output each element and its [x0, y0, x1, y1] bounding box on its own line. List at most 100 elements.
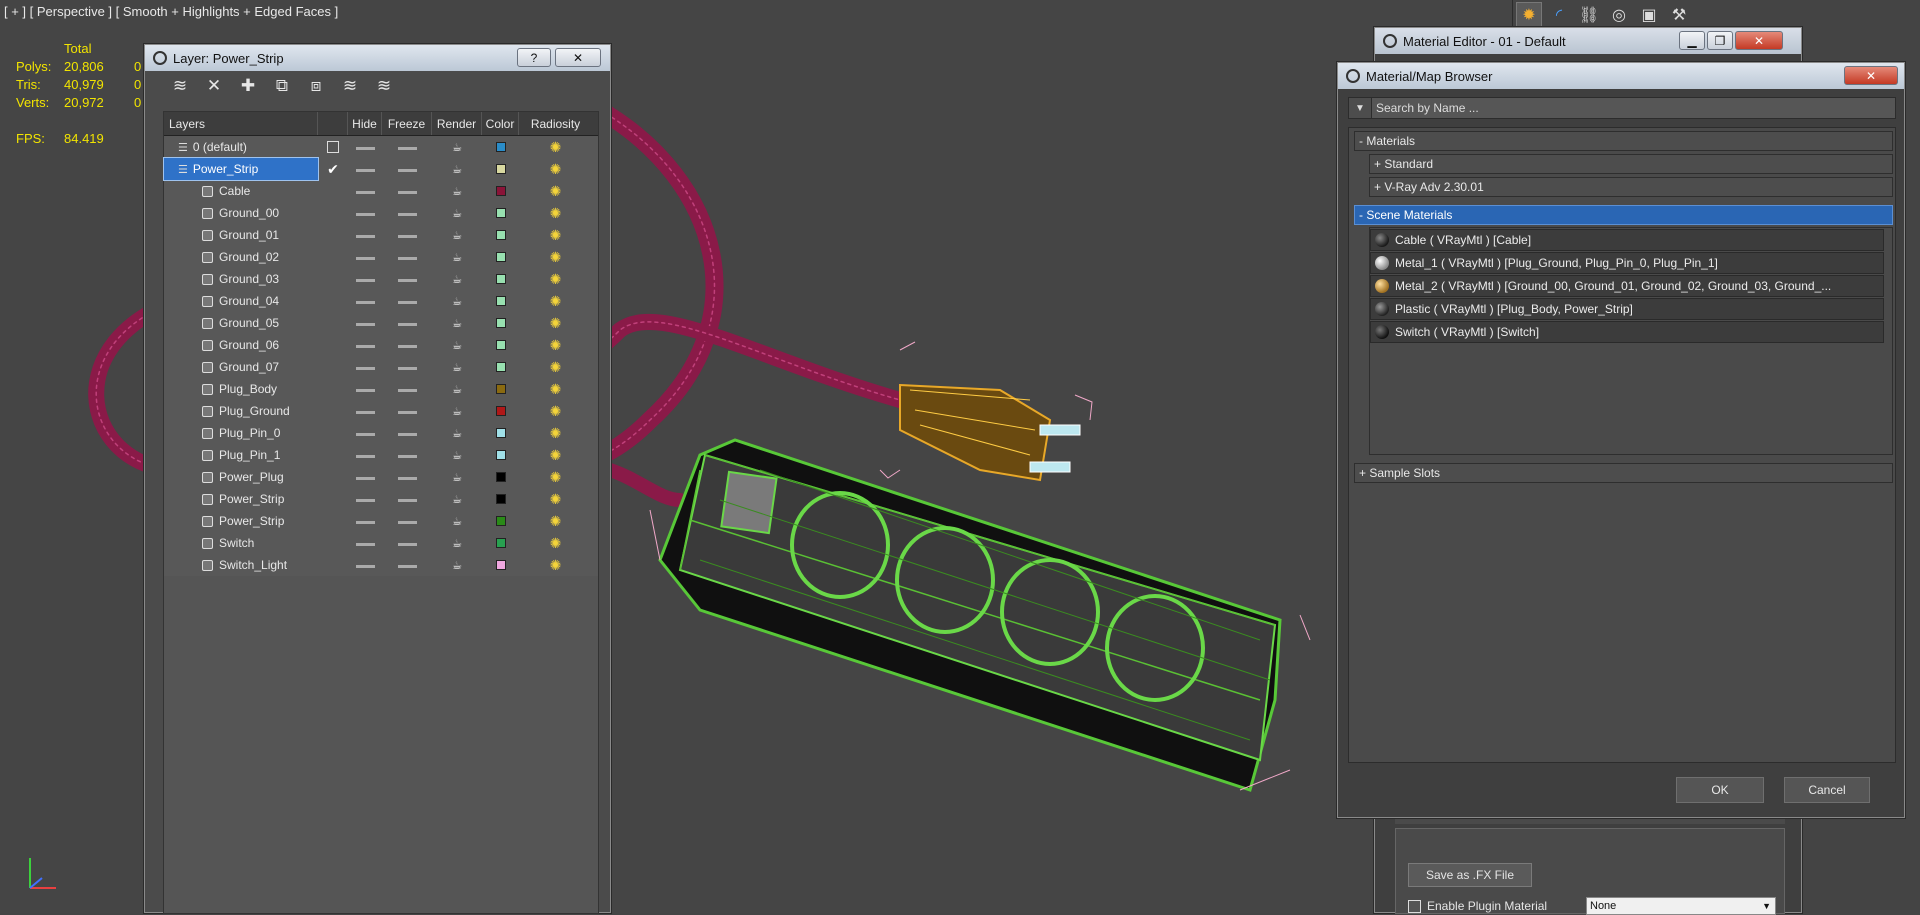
table-row[interactable]: ☰ 0 (default) ▬▬ ▬▬ ☕ ✺: [164, 136, 598, 158]
save-fx-file-button[interactable]: Save as .FX File: [1408, 863, 1532, 887]
table-row[interactable]: Switch_Light ▬▬ ▬▬ ☕ ✺: [164, 554, 598, 576]
render-teapot-icon[interactable]: ☕: [432, 185, 482, 198]
modify-icon[interactable]: ◜: [1546, 2, 1572, 28]
enable-plugin-checkbox[interactable]: [1408, 899, 1421, 913]
render-teapot-icon[interactable]: ☕: [432, 163, 482, 176]
list-item[interactable]: Metal_2 ( VRayMtl ) [Ground_00, Ground_0…: [1370, 275, 1884, 297]
layer-name-cell[interactable]: Ground_05: [164, 312, 318, 334]
render-teapot-icon[interactable]: ☕: [432, 295, 482, 308]
list-item[interactable]: Metal_1 ( VRayMtl ) [Plug_Ground, Plug_P…: [1370, 252, 1884, 274]
close-button[interactable]: ✕: [1735, 31, 1783, 50]
layer-color-swatch[interactable]: [482, 428, 519, 438]
hide-toggle[interactable]: ▬▬: [348, 186, 382, 197]
current-layer-cell[interactable]: [318, 141, 348, 153]
layer-color-swatch[interactable]: [482, 494, 519, 504]
list-item[interactable]: Switch ( VRayMtl ) [Switch]: [1370, 321, 1884, 343]
group-materials[interactable]: - Materials: [1354, 131, 1893, 151]
render-teapot-icon[interactable]: ☕: [432, 251, 482, 264]
render-teapot-icon[interactable]: ☕: [432, 537, 482, 550]
table-row[interactable]: Ground_06 ▬▬ ▬▬ ☕ ✺: [164, 334, 598, 356]
ok-button[interactable]: OK: [1676, 777, 1764, 803]
close-button[interactable]: ✕: [1844, 66, 1898, 85]
hide-toggle[interactable]: ▬▬: [348, 340, 382, 351]
material-editor-titlebar[interactable]: Material Editor - 01 - Default ▁ ❐ ✕: [1375, 28, 1801, 54]
create-icon[interactable]: ✹: [1516, 2, 1542, 28]
hide-toggle[interactable]: ▬▬: [348, 164, 382, 175]
plugin-material-select[interactable]: None ▼: [1586, 897, 1776, 915]
layer-color-swatch[interactable]: [482, 186, 519, 196]
render-teapot-icon[interactable]: ☕: [432, 449, 482, 462]
layer-window-titlebar[interactable]: Layer: Power_Strip ? ✕: [145, 45, 610, 71]
list-item[interactable]: Cable ( VRayMtl ) [Cable]: [1370, 229, 1884, 251]
render-teapot-icon[interactable]: ☕: [432, 141, 482, 154]
render-teapot-icon[interactable]: ☕: [432, 471, 482, 484]
render-teapot-icon[interactable]: ☕: [432, 405, 482, 418]
freeze-toggle[interactable]: ▬▬: [382, 340, 432, 351]
render-teapot-icon[interactable]: ☕: [432, 559, 482, 572]
display-icon[interactable]: ▣: [1636, 2, 1662, 28]
material-browser-titlebar[interactable]: Material/Map Browser ✕: [1338, 63, 1904, 89]
radiosity-bulb-icon[interactable]: ✺: [519, 315, 592, 332]
table-row[interactable]: Switch ▬▬ ▬▬ ☕ ✺: [164, 532, 598, 554]
table-row[interactable]: Ground_03 ▬▬ ▬▬ ☕ ✺: [164, 268, 598, 290]
layer-color-swatch[interactable]: [482, 230, 519, 240]
freeze-toggle[interactable]: ▬▬: [382, 428, 432, 439]
layer-color-swatch[interactable]: [482, 142, 519, 152]
group-scene-materials[interactable]: - Scene Materials: [1354, 205, 1893, 225]
table-row[interactable]: Ground_01 ▬▬ ▬▬ ☕ ✺: [164, 224, 598, 246]
hide-toggle[interactable]: ▬▬: [348, 362, 382, 373]
search-bar[interactable]: ▼: [1348, 97, 1896, 119]
close-button[interactable]: ✕: [555, 48, 601, 67]
layer-name-cell[interactable]: Cable: [164, 180, 318, 202]
utilities-icon[interactable]: ⚒: [1666, 2, 1692, 28]
render-teapot-icon[interactable]: ☕: [432, 229, 482, 242]
layer-color-swatch[interactable]: [482, 516, 519, 526]
help-button[interactable]: ?: [517, 48, 551, 67]
render-teapot-icon[interactable]: ☕: [432, 339, 482, 352]
radiosity-bulb-icon[interactable]: ✺: [519, 491, 592, 508]
minimize-button[interactable]: ▁: [1679, 31, 1705, 50]
table-row[interactable]: Plug_Ground ▬▬ ▬▬ ☕ ✺: [164, 400, 598, 422]
freeze-toggle[interactable]: ▬▬: [382, 318, 432, 329]
hide-toggle[interactable]: ▬▬: [348, 406, 382, 417]
layer-name-cell[interactable]: Ground_02: [164, 246, 318, 268]
hide-toggle[interactable]: ▬▬: [348, 252, 382, 263]
table-row[interactable]: Plug_Pin_1 ▬▬ ▬▬ ☕ ✺: [164, 444, 598, 466]
current-layer-cell[interactable]: ✔: [318, 161, 348, 178]
restore-button[interactable]: ❐: [1707, 31, 1733, 50]
table-row[interactable]: Power_Strip ▬▬ ▬▬ ☕ ✺: [164, 488, 598, 510]
scene-materials-list[interactable]: Cable ( VRayMtl ) [Cable] Metal_1 ( VRay…: [1369, 227, 1893, 455]
radiosity-bulb-icon[interactable]: ✺: [519, 469, 592, 486]
render-teapot-icon[interactable]: ☕: [432, 207, 482, 220]
freeze-toggle[interactable]: ▬▬: [382, 296, 432, 307]
freeze-toggle[interactable]: ▬▬: [382, 362, 432, 373]
freeze-toggle[interactable]: ▬▬: [382, 494, 432, 505]
radiosity-bulb-icon[interactable]: ✺: [519, 293, 592, 310]
search-input[interactable]: [1371, 98, 1895, 118]
freeze-all-icon[interactable]: ≋: [373, 75, 395, 97]
table-row[interactable]: Power_Plug ▬▬ ▬▬ ☕ ✺: [164, 466, 598, 488]
list-item[interactable]: Plastic ( VRayMtl ) [Plug_Body, Power_St…: [1370, 298, 1884, 320]
freeze-toggle[interactable]: ▬▬: [382, 538, 432, 549]
table-row[interactable]: Cable ▬▬ ▬▬ ☕ ✺: [164, 180, 598, 202]
table-row[interactable]: Ground_04 ▬▬ ▬▬ ☕ ✺: [164, 290, 598, 312]
options-menu-icon[interactable]: ▼: [1349, 103, 1371, 114]
hide-toggle[interactable]: ▬▬: [348, 560, 382, 571]
layer-name-cell[interactable]: ☰ 0 (default): [164, 136, 318, 158]
layer-name-cell[interactable]: Plug_Pin_0: [164, 422, 318, 444]
layer-color-swatch[interactable]: [482, 274, 519, 284]
layer-name-cell[interactable]: Power_Strip: [164, 510, 318, 532]
motion-icon[interactable]: ◎: [1606, 2, 1632, 28]
layer-manager-window[interactable]: Layer: Power_Strip ? ✕ ≋ ✕ ✚ ⧉ ⧈ ≋ ≋ Lay…: [144, 44, 611, 914]
render-teapot-icon[interactable]: ☕: [432, 317, 482, 330]
layer-color-swatch[interactable]: [482, 164, 519, 174]
freeze-toggle[interactable]: ▬▬: [382, 472, 432, 483]
hide-toggle[interactable]: ▬▬: [348, 472, 382, 483]
layer-color-swatch[interactable]: [482, 406, 519, 416]
layer-name-cell[interactable]: Switch_Light: [164, 554, 318, 576]
layer-name-cell[interactable]: Power_Plug: [164, 466, 318, 488]
freeze-toggle[interactable]: ▬▬: [382, 406, 432, 417]
freeze-toggle[interactable]: ▬▬: [382, 560, 432, 571]
freeze-toggle[interactable]: ▬▬: [382, 274, 432, 285]
layer-color-swatch[interactable]: [482, 450, 519, 460]
